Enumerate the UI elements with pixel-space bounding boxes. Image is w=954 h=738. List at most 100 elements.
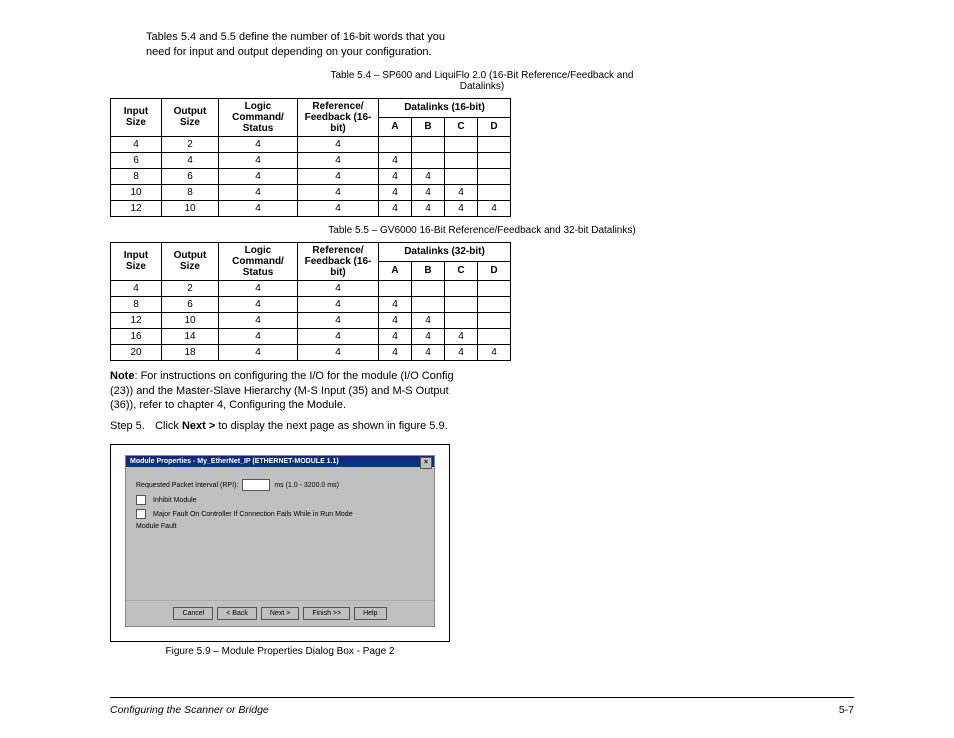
cell: 8 [162, 184, 219, 200]
cell [379, 136, 412, 152]
cell: 4 [298, 136, 379, 152]
cell: 4 [111, 280, 162, 296]
dialog-title: Module Properties - My_EtherNet_IP (ETHE… [130, 458, 339, 465]
cell [478, 280, 511, 296]
cell: 4 [162, 152, 219, 168]
cell [478, 312, 511, 328]
next-button[interactable]: Next > [261, 607, 299, 620]
cancel-button[interactable]: Cancel [173, 607, 213, 620]
cell: 8 [111, 296, 162, 312]
th-c: C [445, 117, 478, 136]
cell: 4 [379, 168, 412, 184]
rpi-unit: ms (1.0 - 3200.0 ms) [274, 482, 339, 489]
step-bold: Next > [182, 420, 215, 432]
cell: 4 [219, 168, 298, 184]
cell: 4 [298, 296, 379, 312]
table55-caption: Table 5.5 – GV6000 16-Bit Reference/Feed… [307, 225, 657, 236]
cell: 4 [412, 200, 445, 216]
step-post: to display the next page as shown in fig… [215, 420, 447, 432]
cell: 4 [219, 280, 298, 296]
rpi-label: Requested Packet Interval (RPI): [136, 482, 238, 489]
cell: 4 [219, 136, 298, 152]
cell: 4 [298, 200, 379, 216]
cell: 4 [379, 200, 412, 216]
th-output: Output Size [162, 242, 219, 280]
cell: 16 [111, 328, 162, 344]
cell: 4 [298, 328, 379, 344]
cell [412, 136, 445, 152]
cell: 4 [298, 168, 379, 184]
cell [445, 280, 478, 296]
cell: 10 [111, 184, 162, 200]
cell: 4 [219, 200, 298, 216]
intro-paragraph: Tables 5.4 and 5.5 define the number of … [146, 30, 466, 60]
th-dl: Datalinks (16-bit) [379, 98, 511, 117]
table-row: 86444 [111, 296, 511, 312]
inhibit-label: Inhibit Module [153, 497, 197, 504]
cell: 4 [379, 312, 412, 328]
cell: 4 [379, 344, 412, 360]
th-b: B [412, 261, 445, 280]
cell: 4 [219, 296, 298, 312]
note-label: Note [110, 370, 134, 382]
help-button[interactable]: Help [354, 607, 386, 620]
figure-caption: Figure 5.9 – Module Properties Dialog Bo… [110, 646, 450, 657]
cell [412, 280, 445, 296]
cell: 4 [298, 312, 379, 328]
cell: 4 [111, 136, 162, 152]
cell: 4 [219, 312, 298, 328]
cell [478, 328, 511, 344]
table54-caption: Table 5.4 – SP600 and LiquiFlo 2.0 (16-B… [307, 70, 657, 92]
note-body: : For instructions on configuring the I/… [110, 370, 454, 412]
cell [478, 168, 511, 184]
rpi-input[interactable] [242, 479, 270, 491]
th-dl: Datalinks (32-bit) [379, 242, 511, 261]
cell: 8 [111, 168, 162, 184]
table-row: 161444444 [111, 328, 511, 344]
table-row: 4244 [111, 280, 511, 296]
cell: 4 [445, 184, 478, 200]
majorfault-checkbox[interactable] [136, 509, 146, 519]
cell [445, 168, 478, 184]
table-row: 12104444 [111, 312, 511, 328]
cell: 4 [219, 184, 298, 200]
finish-button[interactable]: Finish >> [303, 607, 350, 620]
majorfault-label: Major Fault On Controller If Connection … [153, 511, 353, 518]
footer-left: Configuring the Scanner or Bridge [110, 704, 269, 716]
step-pre: Click [155, 420, 182, 432]
cell: 4 [412, 344, 445, 360]
cell [379, 280, 412, 296]
th-logic: Logic Command/ Status [219, 98, 298, 136]
cell: 2 [162, 280, 219, 296]
th-a: A [379, 261, 412, 280]
cell: 4 [478, 344, 511, 360]
cell: 4 [412, 312, 445, 328]
cell [445, 136, 478, 152]
cell: 4 [379, 328, 412, 344]
th-b: B [412, 117, 445, 136]
th-logic: Logic Command/ Status [219, 242, 298, 280]
cell: 10 [162, 312, 219, 328]
back-button[interactable]: < Back [217, 607, 257, 620]
table-row: 1210444444 [111, 200, 511, 216]
cell: 4 [298, 280, 379, 296]
cell [445, 296, 478, 312]
table55: Input Size Output Size Logic Command/ St… [110, 242, 511, 361]
cell: 12 [111, 200, 162, 216]
cell: 4 [412, 168, 445, 184]
th-output: Output Size [162, 98, 219, 136]
step-label: Step 5. [110, 419, 152, 434]
cell: 4 [445, 328, 478, 344]
cell: 12 [111, 312, 162, 328]
cell: 4 [379, 184, 412, 200]
th-input: Input Size [111, 98, 162, 136]
table-row: 64444 [111, 152, 511, 168]
th-c: C [445, 261, 478, 280]
cell: 20 [111, 344, 162, 360]
module-properties-dialog: Module Properties - My_EtherNet_IP (ETHE… [125, 455, 435, 627]
inhibit-checkbox[interactable] [136, 495, 146, 505]
table-row: 2018444444 [111, 344, 511, 360]
cell: 4 [412, 328, 445, 344]
cell: 6 [111, 152, 162, 168]
close-icon[interactable]: × [420, 457, 432, 469]
